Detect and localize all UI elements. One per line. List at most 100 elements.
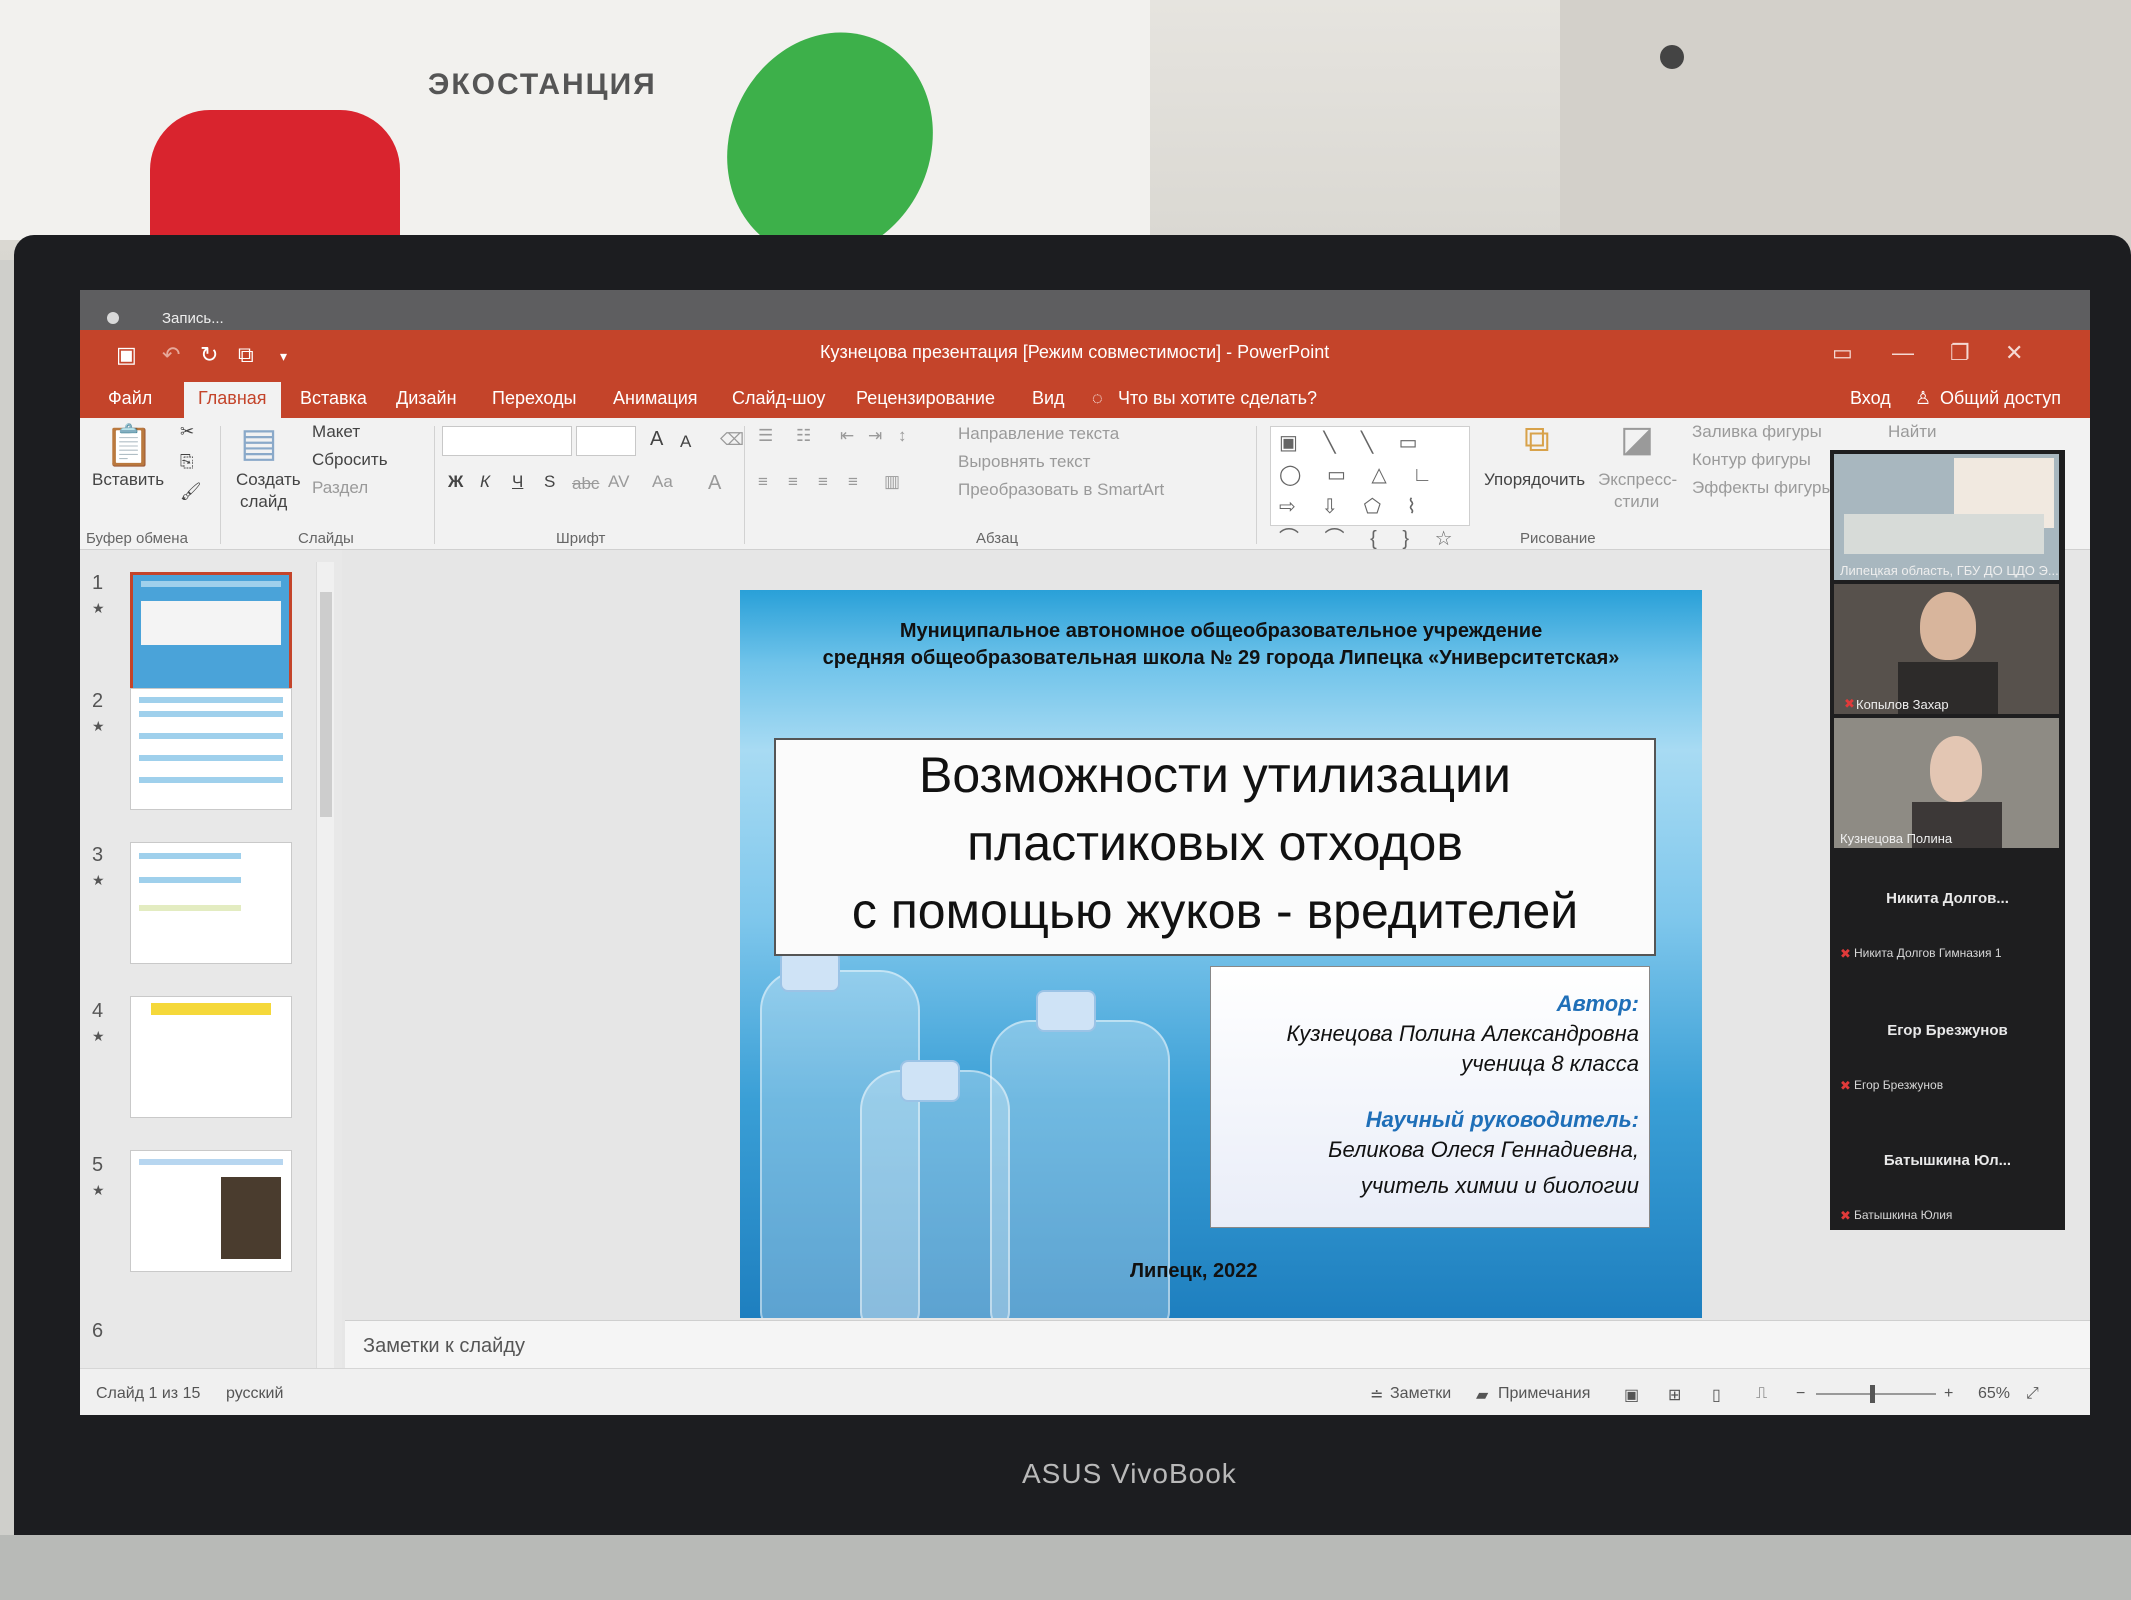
shapes-gallery[interactable]: ▣ ╲ ╲ ▭ ◯ ▭ △ ∟ ⇨ ⇩ ⬠ ⌇ ⌒ ⌒ { } ☆: [1270, 426, 1470, 550]
format-painter-icon[interactable]: 🖌: [180, 482, 202, 502]
zoom-out-icon[interactable]: −: [1796, 1385, 1805, 1403]
customize-toolbar-icon[interactable]: ▾: [280, 348, 287, 365]
strikethrough-button[interactable]: abc: [572, 474, 599, 494]
new-slide-button-2[interactable]: слайд: [240, 492, 287, 512]
participant-4-subname: Никита Долгов Гимназия 1: [1854, 946, 2002, 960]
tab-slideshow[interactable]: Слайд-шоу: [732, 388, 825, 409]
tab-animations[interactable]: Анимация: [613, 388, 698, 409]
font-size-field[interactable]: [576, 426, 636, 456]
find-button[interactable]: Найти: [1888, 422, 1937, 442]
participant-6-name[interactable]: Батышкина Юл...: [1830, 1152, 2065, 1169]
quick-styles-icon[interactable]: ◪: [1620, 418, 1654, 460]
language-indicator[interactable]: русский: [226, 1385, 283, 1403]
section-button[interactable]: Раздел: [312, 478, 368, 498]
char-spacing-button[interactable]: AV: [608, 472, 629, 492]
font-name-field[interactable]: [442, 426, 572, 456]
tell-me-search[interactable]: Что вы хотите сделать?: [1118, 388, 1317, 409]
align-left-icon[interactable]: ≡: [758, 472, 768, 492]
copy-icon[interactable]: ⎘: [180, 452, 194, 472]
shape-outline-button[interactable]: Контур фигуры: [1692, 450, 1811, 470]
tab-file[interactable]: Файл: [108, 388, 152, 409]
cut-icon[interactable]: ✂: [180, 422, 194, 442]
tab-insert[interactable]: Вставка: [300, 388, 367, 409]
numbering-icon[interactable]: ☷: [796, 426, 811, 446]
notes-placeholder[interactable]: Заметки к слайду: [363, 1335, 525, 1358]
decrease-indent-icon[interactable]: ⇤: [840, 426, 854, 446]
thumbnails-scrollbar[interactable]: [316, 562, 334, 1372]
zoom-slider-thumb[interactable]: [1870, 1385, 1875, 1403]
shadow-button[interactable]: S: [544, 472, 555, 492]
ribbon-display-icon[interactable]: ▭: [1832, 340, 1853, 366]
share-button[interactable]: Общий доступ: [1940, 388, 2061, 409]
redo-icon[interactable]: ↻: [200, 342, 218, 368]
underline-button[interactable]: Ч: [512, 472, 523, 492]
tab-transitions[interactable]: Переходы: [492, 388, 576, 409]
undo-icon[interactable]: ↶: [162, 342, 180, 368]
thumbnail-slide-5[interactable]: [130, 1150, 292, 1272]
normal-view-icon[interactable]: ▣: [1624, 1385, 1639, 1405]
close-icon[interactable]: ✕: [2005, 340, 2023, 366]
comments-toggle[interactable]: Примечания: [1498, 1385, 1590, 1403]
reset-button[interactable]: Сбросить: [312, 450, 388, 470]
thumbnail-slide-2[interactable]: [130, 688, 292, 810]
slide-sorter-icon[interactable]: ⊞: [1668, 1385, 1681, 1405]
notes-pane[interactable]: Заметки к слайду: [345, 1320, 2090, 1368]
thumbnail-slide-4[interactable]: [130, 996, 292, 1118]
shape-effects-button[interactable]: Эффекты фигуры: [1692, 478, 1834, 498]
participant-5-name[interactable]: Егор Брезжунов: [1830, 1022, 2065, 1039]
italic-button[interactable]: К: [480, 472, 490, 492]
align-text-button[interactable]: Выровнять текст: [958, 452, 1090, 472]
arrange-button[interactable]: Упорядочить: [1484, 470, 1585, 490]
slide-title-box[interactable]: Возможности утилизации пластиковых отход…: [774, 738, 1656, 956]
change-case-button[interactable]: Aa: [652, 472, 673, 492]
new-slide-button[interactable]: Создать: [236, 470, 301, 490]
grow-font-button[interactable]: A: [650, 428, 663, 451]
participant-4-name[interactable]: Никита Долгов...: [1830, 890, 2065, 907]
thumbnail-slide-3[interactable]: [130, 842, 292, 964]
author-box[interactable]: Автор: Кузнецова Полина Александровна уч…: [1210, 966, 1650, 1228]
minimize-icon[interactable]: —: [1892, 340, 1914, 366]
tab-home[interactable]: Главная: [184, 382, 281, 418]
thumbnail-slide-1[interactable]: [130, 572, 292, 694]
text-direction-button[interactable]: Направление текста: [958, 424, 1119, 444]
paste-button[interactable]: Вставить: [92, 470, 164, 490]
restore-icon[interactable]: ❐: [1950, 340, 1970, 366]
clear-format-icon[interactable]: ⌫: [720, 430, 744, 450]
scrollbar-thumb[interactable]: [320, 592, 332, 817]
shrink-font-button[interactable]: A: [680, 432, 691, 452]
start-slideshow-icon[interactable]: ⧉: [238, 342, 254, 368]
line-spacing-icon[interactable]: ↕: [898, 426, 907, 446]
participant-tile-1[interactable]: Липецкая область, ГБУ ДО ЦДО Э...: [1834, 454, 2059, 580]
increase-indent-icon[interactable]: ⇥: [868, 426, 882, 446]
new-slide-icon[interactable]: ▤: [240, 420, 278, 466]
bullets-icon[interactable]: ☰: [758, 426, 773, 446]
convert-smartart-button[interactable]: Преобразовать в SmartArt: [958, 480, 1164, 500]
quick-styles-button[interactable]: Экспресс-: [1598, 470, 1677, 490]
font-color-button[interactable]: A: [708, 472, 721, 495]
paste-icon[interactable]: 📋: [104, 422, 154, 469]
current-slide[interactable]: Муниципальное автономное общеобразовател…: [740, 590, 1702, 1318]
slideshow-view-icon[interactable]: ⎍: [1756, 1385, 1767, 1403]
participant-tile-2[interactable]: ✖ Копылов Захар: [1834, 584, 2059, 714]
sign-in-link[interactable]: Вход: [1850, 388, 1891, 409]
justify-icon[interactable]: ≡: [848, 472, 858, 492]
tab-design[interactable]: Дизайн: [396, 388, 457, 409]
tab-review[interactable]: Рецензирование: [856, 388, 995, 409]
layout-button[interactable]: Макет: [312, 422, 360, 442]
zoom-slider[interactable]: [1816, 1393, 1936, 1395]
tab-view[interactable]: Вид: [1032, 388, 1065, 409]
quick-styles-button-2[interactable]: стили: [1614, 492, 1659, 512]
notes-toggle[interactable]: Заметки: [1390, 1385, 1451, 1403]
arrange-icon[interactable]: ⧉: [1524, 418, 1550, 461]
bold-button[interactable]: Ж: [448, 472, 463, 492]
reading-view-icon[interactable]: ▯: [1712, 1385, 1721, 1405]
save-icon[interactable]: ▣: [116, 342, 137, 368]
align-center-icon[interactable]: ≡: [788, 472, 798, 492]
align-right-icon[interactable]: ≡: [818, 472, 828, 492]
shape-fill-button[interactable]: Заливка фигуры: [1692, 422, 1822, 442]
participant-tile-3[interactable]: Кузнецова Полина: [1834, 718, 2059, 848]
fit-slide-icon[interactable]: ⤢: [2026, 1385, 2039, 1403]
zoom-in-icon[interactable]: +: [1944, 1385, 1953, 1403]
zoom-level[interactable]: 65%: [1978, 1385, 2010, 1403]
columns-icon[interactable]: ▥: [884, 472, 900, 492]
